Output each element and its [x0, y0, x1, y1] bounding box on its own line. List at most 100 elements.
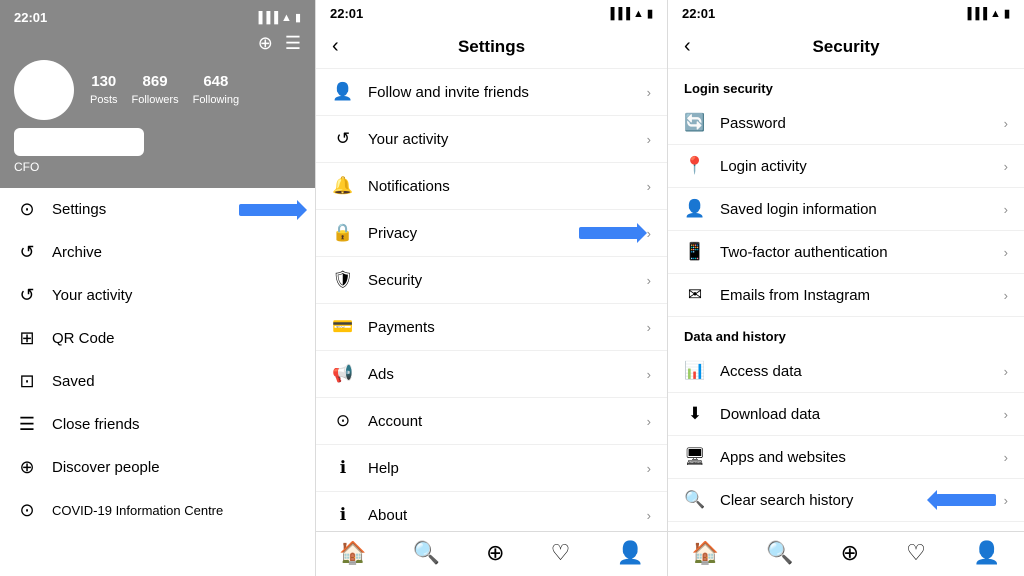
back-button-settings[interactable]: ‹: [332, 35, 339, 58]
settings-item-about[interactable]: ℹ About ›: [316, 492, 667, 531]
settings-arrow-annotation: [239, 204, 299, 216]
security-nav-header: ‹ Security: [668, 25, 1024, 69]
login-security-header: Login security: [668, 69, 1024, 102]
home-nav-icon[interactable]: 🏠: [339, 540, 366, 566]
chevron-icon: ›: [647, 85, 651, 100]
heart-nav-icon-3[interactable]: ♡: [906, 540, 926, 566]
account-icon: ⊙: [332, 411, 354, 431]
settings-item-ads[interactable]: 📢 Ads ›: [316, 351, 667, 398]
two-factor-icon: 📱: [684, 242, 706, 262]
security-title: Security: [812, 37, 879, 57]
settings-item-privacy[interactable]: 🔒 Privacy ›: [316, 210, 667, 257]
posts-stat: 130 Posts: [90, 73, 118, 108]
settings-item-payments[interactable]: 💳 Payments ›: [316, 304, 667, 351]
posts-count: 130: [90, 73, 118, 90]
menu-item-archive[interactable]: ↺ Archive: [0, 231, 315, 274]
status-bar-panel3: 22:01 ▐▐▐ ▲ ▮: [668, 0, 1024, 25]
chevron-icon-privacy: ›: [647, 226, 651, 241]
clear-search-icon: 🔍: [684, 490, 706, 510]
security-item-access-data[interactable]: 📊 Access data ›: [668, 350, 1024, 393]
data-history-header: Data and history: [668, 317, 1024, 350]
heart-nav-icon[interactable]: ♡: [551, 540, 571, 566]
help-label: Help: [368, 460, 399, 477]
battery-icon: ▮: [295, 11, 301, 24]
settings-item-notifications-left: 🔔 Notifications: [332, 176, 450, 196]
signal-icon-3: ▐▐▐: [964, 8, 987, 20]
search-nav-icon[interactable]: 🔍: [413, 540, 440, 566]
settings-item-follow-invite[interactable]: 👤 Follow and invite friends ›: [316, 69, 667, 116]
payments-label: Payments: [368, 319, 435, 336]
download-data-icon: ⬇: [684, 404, 706, 424]
menu-item-settings[interactable]: ⊙ Settings: [0, 188, 315, 231]
settings-item-your-activity[interactable]: ↺ Your activity ›: [316, 116, 667, 163]
chevron-download-data: ›: [1004, 407, 1008, 422]
profile-menu-panel: 22:01 ▐▐▐ ▲ ▮ ⊕ ☰ 130 Posts 869 Follower…: [0, 0, 316, 576]
security-list: Login security 🔄 Password › 📍 Login acti…: [668, 69, 1024, 531]
archive-label: Archive: [52, 244, 102, 261]
status-bar-panel1: 22:01 ▐▐▐ ▲ ▮: [14, 10, 301, 33]
menu-item-discover-people[interactable]: ⊕ Discover people: [0, 446, 315, 489]
security-item-login-activity[interactable]: 📍 Login activity ›: [668, 145, 1024, 188]
add-icon[interactable]: ⊕: [258, 33, 273, 54]
security-item-password[interactable]: 🔄 Password ›: [668, 102, 1024, 145]
security-item-clear-search[interactable]: 🔍 Clear search history ›: [668, 479, 1024, 522]
access-data-icon: 📊: [684, 361, 706, 381]
security-item-two-factor[interactable]: 📱 Two-factor authentication ›: [668, 231, 1024, 274]
settings-item-help-left: ℹ Help: [332, 458, 399, 478]
settings-icon: ⊙: [16, 199, 38, 220]
profile-header: 130 Posts 869 Followers 648 Following: [14, 60, 301, 120]
menu-item-covid[interactable]: ⊙ COVID-19 Information Centre: [0, 489, 315, 532]
security-item-password-left: 🔄 Password: [684, 113, 786, 133]
settings-item-account[interactable]: ⊙ Account ›: [316, 398, 667, 445]
settings-item-security-left: 🛡 Security: [332, 270, 422, 290]
payments-icon: 💳: [332, 317, 354, 337]
chevron-saved-login: ›: [1004, 202, 1008, 217]
chevron-icon-security: ›: [647, 273, 651, 288]
two-factor-label: Two-factor authentication: [720, 244, 888, 261]
settings-panel: 22:01 ▐▐▐ ▲ ▮ ‹ Settings 👤 Follow and in…: [316, 0, 668, 576]
security-item-apps-websites-left: 🖥 Apps and websites: [684, 447, 846, 467]
home-nav-icon-3[interactable]: 🏠: [692, 540, 719, 566]
settings-item-notifications[interactable]: 🔔 Notifications ›: [316, 163, 667, 210]
settings-item-security[interactable]: 🛡 Security ›: [316, 257, 667, 304]
help-icon: ℹ: [332, 458, 354, 478]
following-count: 648: [193, 73, 239, 90]
menu-item-close-friends[interactable]: ☰ Close friends: [0, 403, 315, 446]
signal-icon: ▐▐▐: [255, 12, 278, 24]
security-item-emails[interactable]: ✉ Emails from Instagram ›: [668, 274, 1024, 317]
security-item-apps-websites[interactable]: 🖥 Apps and websites ›: [668, 436, 1024, 479]
add-nav-icon[interactable]: ⊕: [486, 540, 504, 566]
back-button-security[interactable]: ‹: [684, 35, 691, 58]
settings-item-help[interactable]: ℹ Help ›: [316, 445, 667, 492]
profile-nav-icon-3[interactable]: 👤: [973, 540, 1000, 566]
notifications-icon: 🔔: [332, 176, 354, 196]
wifi-icon-3: ▲: [990, 8, 1001, 20]
your-activity-icon: ↺: [16, 285, 38, 306]
menu-item-your-activity[interactable]: ↺ Your activity: [0, 274, 315, 317]
signal-icon-2: ▐▐▐: [607, 8, 630, 20]
profile-nav-icon[interactable]: 👤: [616, 540, 643, 566]
menu-item-saved[interactable]: ⊡ Saved: [0, 360, 315, 403]
settings-list: 👤 Follow and invite friends › ↺ Your act…: [316, 69, 667, 531]
bottom-nav-security: 🏠 🔍 ⊕ ♡ 👤: [668, 531, 1024, 576]
followers-label: Followers: [132, 94, 179, 106]
security-item-download-data[interactable]: ⬇ Download data ›: [668, 393, 1024, 436]
search-nav-icon-3[interactable]: 🔍: [766, 540, 793, 566]
security-item-emails-left: ✉ Emails from Instagram: [684, 285, 870, 305]
clear-search-arrow-annotation: [936, 494, 996, 506]
settings-nav-header: ‹ Settings: [316, 25, 667, 69]
security-item-saved-login[interactable]: 👤 Saved login information ›: [668, 188, 1024, 231]
close-friends-icon: ☰: [16, 414, 38, 435]
menu-item-qr-code[interactable]: ⊞ QR Code: [0, 317, 315, 360]
add-nav-icon-3[interactable]: ⊕: [841, 540, 859, 566]
settings-item-account-left: ⊙ Account: [332, 411, 422, 431]
apps-websites-icon: 🖥: [684, 447, 706, 467]
following-label: Following: [193, 94, 239, 106]
profile-top-icons: ⊕ ☰: [14, 33, 301, 54]
menu-icon[interactable]: ☰: [285, 33, 301, 54]
battery-icon-3: ▮: [1004, 7, 1010, 20]
qr-code-label: QR Code: [52, 330, 115, 347]
account-label: Account: [368, 413, 422, 430]
bottom-nav-settings: 🏠 🔍 ⊕ ♡ 👤: [316, 531, 667, 576]
chevron-icon-ads: ›: [647, 367, 651, 382]
